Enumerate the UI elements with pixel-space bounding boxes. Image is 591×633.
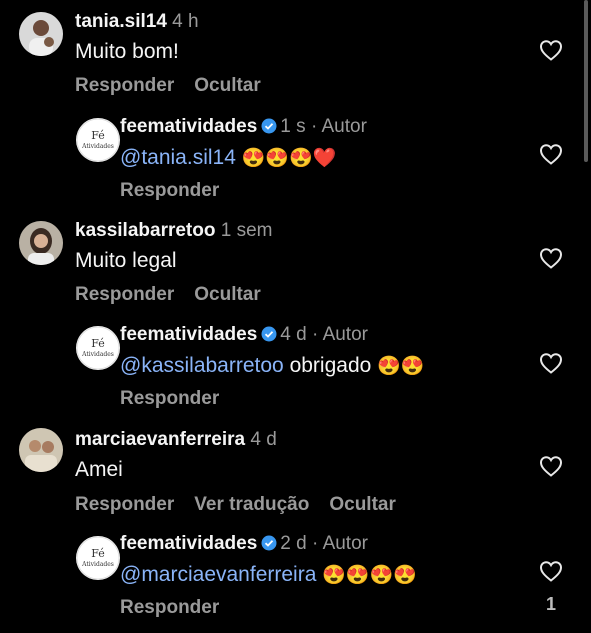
reply-actions: Responder xyxy=(120,388,239,410)
timestamp: 1 sem xyxy=(220,220,273,241)
reply-button[interactable]: Responder xyxy=(120,180,219,201)
avatar[interactable] xyxy=(19,428,63,472)
mention-link[interactable]: @kassilabarretoo xyxy=(120,354,284,377)
username[interactable]: tania.sil14 xyxy=(75,11,167,32)
username[interactable]: feematividades xyxy=(120,324,257,345)
heart-outline-icon[interactable] xyxy=(539,247,563,269)
avatar[interactable] xyxy=(19,221,63,265)
verified-badge-icon xyxy=(261,326,277,342)
comment-actions: Responder Ocultar xyxy=(75,75,281,97)
timestamp: 4 d xyxy=(250,429,277,450)
mention-link[interactable]: @marciaevanferreira xyxy=(120,563,316,586)
comment-text: Muito bom! xyxy=(75,40,179,63)
like-count: 1 xyxy=(545,594,556,614)
comment-header: marciaevanferreira 4 d xyxy=(75,429,277,451)
comment-header: kassilabarretoo 1 sem xyxy=(75,220,273,242)
reply-button[interactable]: Responder xyxy=(75,284,174,305)
username[interactable]: feematividades xyxy=(120,533,257,554)
avatar[interactable] xyxy=(19,12,63,56)
reply-button[interactable]: Responder xyxy=(120,597,219,618)
username[interactable]: marciaevanferreira xyxy=(75,429,245,450)
reply-body: obrigado xyxy=(283,354,378,377)
reply-actions: Responder xyxy=(120,597,239,619)
emoji-group: 😍😍😍❤️ xyxy=(241,148,337,169)
heart-outline-icon[interactable] xyxy=(539,352,563,374)
timestamp: 2 d xyxy=(280,533,307,554)
timestamp: 4 d xyxy=(280,324,307,345)
emoji-group: 😍😍😍😍 xyxy=(322,565,417,586)
reply-actions: Responder xyxy=(120,180,239,202)
brand-avatar[interactable]: Fé Atividades xyxy=(76,536,120,580)
svg-text:Fé: Fé xyxy=(91,547,105,560)
comment-header: tania.sil14 4 h xyxy=(75,11,199,33)
mention-link[interactable]: @tania.sil14 xyxy=(120,146,236,169)
translate-button[interactable]: Ver tradução xyxy=(194,494,309,515)
hide-button[interactable]: Ocultar xyxy=(194,284,261,305)
verified-badge-icon xyxy=(261,118,277,134)
reply-button[interactable]: Responder xyxy=(75,75,174,96)
comment-text: Amei xyxy=(75,458,123,481)
timestamp: 1 s xyxy=(280,116,306,137)
hide-button[interactable]: Ocultar xyxy=(194,75,261,96)
separator: · xyxy=(312,533,319,554)
reply-button[interactable]: Responder xyxy=(75,494,174,515)
reply-text: @marciaevanferreira 😍😍😍😍 xyxy=(120,563,417,587)
brand-avatar[interactable]: Fé Atividades xyxy=(76,118,120,162)
reply-text: @kassilabarretoo obrigado 😍😍 xyxy=(120,354,424,378)
username[interactable]: feematividades xyxy=(120,116,257,137)
emoji-group: 😍😍 xyxy=(377,356,425,377)
username[interactable]: kassilabarretoo xyxy=(75,220,215,241)
separator: · xyxy=(310,116,318,137)
separator: · xyxy=(312,324,319,345)
hide-button[interactable]: Ocultar xyxy=(329,494,396,515)
author-label: Autor xyxy=(322,533,368,554)
svg-text:Fé: Fé xyxy=(91,129,105,142)
svg-text:Atividades: Atividades xyxy=(81,561,114,568)
heart-outline-icon[interactable] xyxy=(539,39,563,61)
author-label: Autor xyxy=(322,324,368,345)
verified-badge-icon xyxy=(261,535,277,551)
reply-header: feematividades 4 d · Autor xyxy=(120,324,368,346)
comment-text: Muito legal xyxy=(75,249,177,272)
reply-button[interactable]: Responder xyxy=(120,388,219,409)
heart-outline-icon[interactable] xyxy=(539,560,563,582)
brand-avatar[interactable]: Fé Atividades xyxy=(76,326,120,370)
svg-text:Atividades: Atividades xyxy=(81,351,114,358)
author-label: Autor xyxy=(321,116,367,137)
reply-header: feematividades 1 s · Autor xyxy=(120,116,367,138)
comment-actions: Responder Ocultar xyxy=(75,284,281,306)
svg-text:Fé: Fé xyxy=(91,337,105,350)
svg-text:Atividades: Atividades xyxy=(81,143,114,150)
comment-actions: Responder Ver tradução Ocultar xyxy=(75,494,416,516)
heart-outline-icon[interactable] xyxy=(539,143,563,165)
timestamp: 4 h xyxy=(172,11,199,32)
heart-outline-icon[interactable] xyxy=(539,455,563,477)
scrollbar[interactable] xyxy=(584,0,588,162)
reply-text: @tania.sil14 😍😍😍❤️ xyxy=(120,146,336,170)
reply-header: feematividades 2 d · Autor xyxy=(120,533,368,555)
